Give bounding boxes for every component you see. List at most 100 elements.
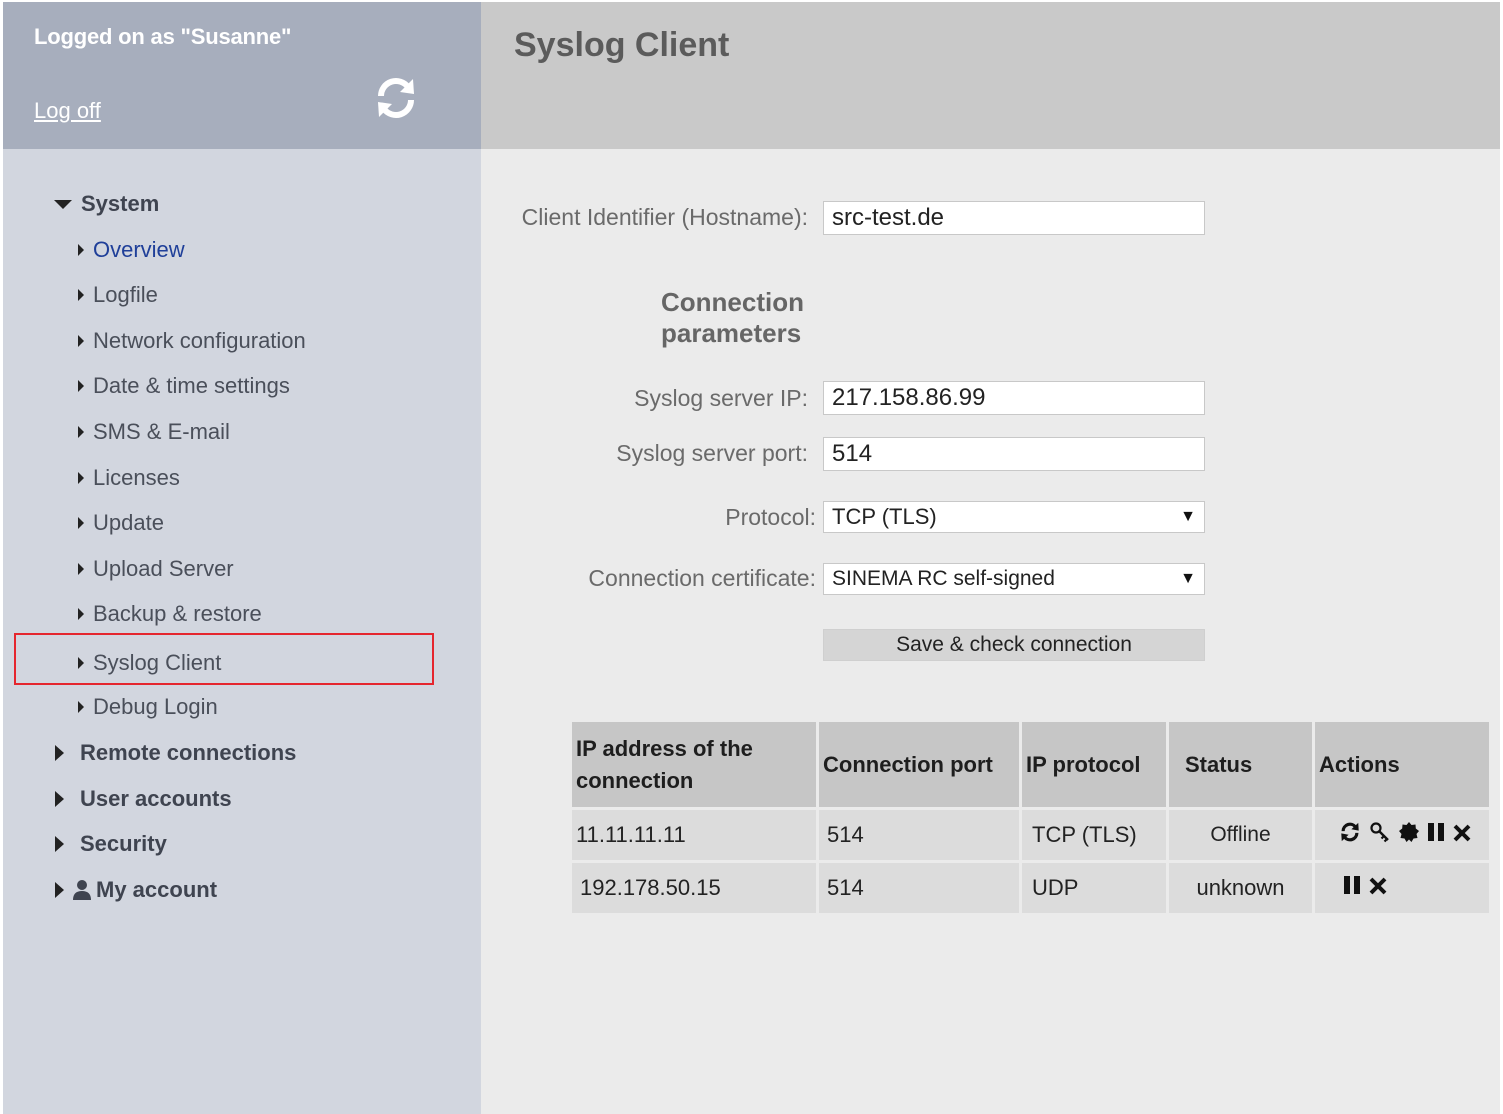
nav-licenses[interactable]: Licenses [78,465,180,491]
server-port-label: Syslog server port: [616,440,808,466]
pause-icon[interactable] [1343,875,1361,901]
nav-logfile[interactable]: Logfile [78,282,158,308]
server-port-input[interactable]: 514 [823,437,1205,471]
nav-item-label: Overview [93,237,185,262]
caret-down-icon [54,199,72,209]
main-content: Client Identifier (Hostname): src-test.d… [481,149,1500,1114]
refresh-icon[interactable] [1339,821,1361,849]
caret-right-icon [78,380,84,392]
refresh-icon[interactable] [372,74,420,122]
caret-right-icon [55,745,64,761]
logoff-link[interactable]: Log off [34,98,101,124]
nav-security[interactable]: Security [55,831,167,857]
header-ip-line2: connection [576,767,694,793]
delete-icon[interactable] [1369,875,1387,901]
nav-item-label: Remote connections [80,740,297,765]
header-actions: Actions [1315,722,1489,807]
client-id-input[interactable]: src-test.de [823,201,1205,235]
caret-right-icon [78,426,84,438]
dropdown-arrow-icon: ▼ [1180,570,1196,587]
connection-parameters-heading: Connection parameters [661,287,861,349]
nav-item-label: SMS & E-mail [93,419,230,444]
protocol-label: Protocol: [725,504,816,530]
header-ip-address: IP address of the connection [572,722,816,807]
certificate-label: Connection certificate: [588,565,816,591]
protocol-select[interactable]: TCP (TLS) ▼ [823,501,1205,533]
server-ip-label: Syslog server IP: [634,385,808,411]
server-ip-input[interactable]: 217.158.86.99 [823,381,1205,415]
nav-upload-server[interactable]: Upload Server [78,556,234,582]
caret-right-icon [78,701,84,713]
nav-item-label: Update [93,510,164,535]
caret-right-icon [78,244,84,256]
header-connection-port: Connection port [819,722,1019,807]
active-item-highlight [14,633,434,685]
nav-system-label: System [81,191,160,216]
table-row-protocol: UDP [1022,863,1166,913]
caret-right-icon [78,657,84,669]
pause-icon[interactable] [1427,822,1445,848]
nav-debug-login[interactable]: Debug Login [78,694,218,720]
header-ip-line1: IP address of the [576,735,753,761]
caret-right-icon [78,517,84,529]
delete-icon[interactable] [1453,822,1471,848]
section-title-line2: parameters [661,318,802,348]
table-row-ip: 192.178.50.15 [572,863,816,913]
table-row-status: unknown [1169,863,1312,913]
certificate-select-value: SINEMA RC self-signed [832,567,1055,590]
caret-right-icon [78,563,84,575]
table-row-status: Offline [1169,810,1312,860]
certificate-icon[interactable] [1399,822,1419,848]
nav-item-label: My account [96,877,218,902]
session-panel: Logged on as "Susanne" Log off [3,2,481,149]
table-row-ip: 11.11.11.11 [572,810,816,860]
caret-right-icon [78,335,84,347]
caret-right-icon [78,608,84,620]
nav-user-accounts[interactable]: User accounts [55,786,232,812]
nav-item-label: Debug Login [93,694,218,719]
nav-syslog-client[interactable]: Syslog Client [78,650,221,676]
caret-right-icon [55,836,64,852]
header-ip-protocol: IP protocol [1022,722,1166,807]
table-row-port: 514 [819,863,1019,913]
dropdown-arrow-icon: ▼ [1180,508,1196,525]
key-icon[interactable] [1369,821,1391,849]
page-header: Syslog Client [481,2,1500,149]
nav-backup-restore[interactable]: Backup & restore [78,601,262,627]
caret-right-icon [78,472,84,484]
logged-on-text: Logged on as "Susanne" [34,24,292,49]
nav-item-label: User accounts [80,786,232,811]
nav-item-label: Backup & restore [93,601,262,626]
nav-item-label: Network configuration [93,328,306,353]
nav-system[interactable]: System [54,191,159,217]
app-window: Logged on as "Susanne" Log off System Ov… [3,2,1500,1114]
page-title: Syslog Client [514,26,730,64]
nav-date-time-settings[interactable]: Date & time settings [78,373,290,399]
nav-network-configuration[interactable]: Network configuration [78,328,306,354]
nav-item-label: Date & time settings [93,373,290,398]
save-check-connection-button[interactable]: Save & check connection [823,629,1205,661]
nav-item-label: Licenses [93,465,180,490]
nav-overview[interactable]: Overview [78,237,185,263]
nav-my-account[interactable]: My account [55,877,217,903]
caret-right-icon [55,882,64,898]
section-title-line1: Connection [661,287,804,317]
caret-right-icon [78,289,84,301]
nav-item-label: Syslog Client [93,650,222,675]
table-row-protocol: TCP (TLS) [1022,810,1166,860]
table-row-actions [1315,863,1489,913]
header-status: Status [1169,722,1312,807]
nav-item-label: Logfile [93,282,158,307]
nav-update[interactable]: Update [78,510,164,536]
nav-sms-email[interactable]: SMS & E-mail [78,419,230,445]
table-row-actions [1315,810,1489,860]
nav-item-label: Upload Server [93,556,234,581]
certificate-select[interactable]: SINEMA RC self-signed ▼ [823,563,1205,595]
sidebar: System Overview Logfile Network configur… [3,149,481,1114]
user-icon [72,879,92,901]
table-row-port: 514 [819,810,1019,860]
client-id-label: Client Identifier (Hostname): [521,204,808,230]
caret-right-icon [55,791,64,807]
protocol-select-value: TCP (TLS) [832,504,937,529]
nav-remote-connections[interactable]: Remote connections [55,740,296,766]
